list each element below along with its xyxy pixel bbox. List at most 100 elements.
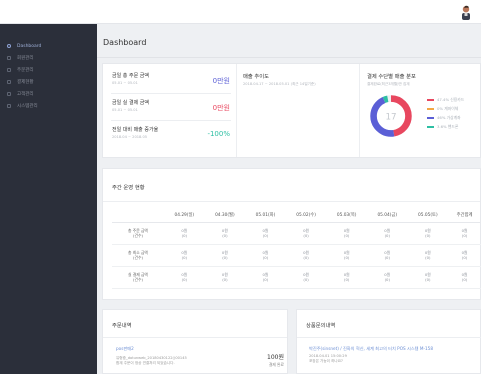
sidebar: 마켓하이네트워크 Dashboard 회원관리 주문관리 결제현황 고객관리 시… [0, 0, 97, 374]
sidebar-item-label: 고객관리 [17, 92, 34, 97]
row-label-sub: (건수) [133, 255, 143, 260]
sidebar-item-orders[interactable]: 주문관리 [0, 64, 97, 76]
table-cell: 0원 (0) [326, 266, 367, 289]
legend-label: 46% 가상계좌 [437, 114, 461, 120]
legend-label: 3.6% 핸드폰 [437, 123, 459, 129]
table-cell: 0원 (0) [407, 222, 449, 245]
table-cell: 0원 (0) [245, 244, 286, 267]
row-header: 총 최소 금액 (건수) [112, 244, 164, 267]
table-cell: 0원 (0) [245, 266, 286, 289]
legend-item: 46% 가상계좌 [427, 113, 479, 122]
sidebar-item-label: 시스템관리 [17, 104, 38, 109]
sidebar-item-payments[interactable]: 결제현황 [0, 76, 97, 88]
divider [97, 57, 481, 58]
table-cell: 0원 (0) [366, 244, 408, 267]
orders-title: 주문내역 [112, 323, 132, 329]
inquiry-item[interactable]: 박진주(sinsnet) / 진화의 혁신, 세계 최고의 터치 POS 시스템… [309, 346, 479, 364]
payment-legend: 47.4% 신용카드 0% 계좌이체 46% 가상계좌 3.6% 핸드폰 [427, 95, 479, 131]
stat-value: 0만원 [212, 77, 230, 85]
divider [111, 93, 231, 94]
legend-label: 0% 계좌이체 [437, 105, 459, 111]
column-header: 05.04(금) [366, 208, 408, 223]
column-header: 05.05(토) [407, 208, 449, 223]
legend-item: 47.4% 신용카드 [427, 95, 479, 104]
user-avatar[interactable] [460, 5, 472, 20]
sidebar-item-label: 주문관리 [17, 68, 34, 73]
order-amount: 100원 [267, 354, 284, 361]
gear-icon [7, 104, 11, 108]
sidebar-item-label: 회원관리 [17, 56, 34, 61]
sidebar-item-label: Dashboard [17, 43, 42, 49]
column-header: 04.30(월) [204, 208, 246, 223]
legend-swatch [427, 98, 434, 101]
divider [103, 337, 287, 338]
table-cell: 0원 (0) [448, 244, 481, 267]
column-header: 04.29(일) [164, 208, 205, 223]
table-cell: 0원 (0) [164, 266, 205, 289]
order-item[interactable]: pos판매2 유형중_dotunweb_20180430122()00145 합… [116, 346, 284, 367]
table-cell: 0원 (0) [285, 244, 327, 267]
dashboard-icon [7, 44, 11, 48]
table-row: 총 최소 금액 (건수) 0원 (0) 0원 (0) 0원 (0) 0원 (0) 0원 (0… [112, 244, 481, 267]
people-icon [7, 92, 11, 96]
table-cell: 0원 (0) [204, 222, 246, 245]
table-row: 총 주문 금액 (건수) 0원 (0) 0원 (0) 0원 (0) 0원 (0) 0원 (0… [112, 222, 481, 245]
user-icon [7, 56, 11, 60]
table-cell: 0원 (0) [407, 244, 449, 267]
table-cell: 0원 (0) [326, 222, 367, 245]
weekly-title: 주간 운영 현황 [112, 185, 145, 191]
table-cell: 0원 (0) [407, 266, 449, 289]
column-divider [359, 64, 360, 157]
table-cell: 0원 (0) [245, 222, 286, 245]
column-header: 05.01(화) [245, 208, 286, 223]
row-header: 총 주문 금액 (건수) [112, 222, 164, 245]
payment-dist-note: 결제완료(최근3개월)만 집계 [367, 82, 410, 86]
sidebar-item-label: 결제현황 [17, 80, 34, 85]
legend-swatch [427, 116, 434, 119]
order-status: 결제 완료 [268, 362, 284, 367]
table-cell: 0원 (0) [164, 244, 205, 267]
inquiry-item-text: 포장은 가능이 하나요? [309, 359, 343, 363]
divider [297, 337, 481, 338]
column-header [112, 208, 164, 223]
table-cell: 0원 (0) [366, 266, 408, 289]
column-header: 05.03(목) [326, 208, 367, 223]
weekly-header-row: 04.29(일) 04.30(월) 05.01(화) 05.02(수) 05.0… [112, 208, 481, 223]
sidebar-nav: Dashboard 회원관리 주문관리 결제현황 고객관리 시스템관리 [0, 40, 97, 112]
donut-center-label: 17 [385, 112, 396, 122]
table-cell: 0원 (0) [164, 222, 205, 245]
row-header: 실 결제 금액 (건수) [112, 266, 164, 289]
sales-trend-title: 매출 추이도 [243, 74, 270, 80]
order-item-desc: 합계 주문이 정상 연결처리 되었습니다. [116, 361, 175, 365]
orders-card: 주문내역 pos판매2 유형중_dotunweb_20180430122()00… [102, 309, 288, 374]
legend-item: 3.6% 핸드폰 [427, 122, 479, 131]
inquiry-item-link[interactable]: 박진주(sinsnet) / 진화의 혁신, 세계 최고의 터치 POS 시스템… [309, 346, 479, 352]
sidebar-item-members[interactable]: 회원관리 [0, 52, 97, 64]
sidebar-item-customers[interactable]: 고객관리 [0, 88, 97, 100]
summary-card: 금일 총 주문 금액 05.01 ~ 05.01 0만원 금일 실 결제 금액 … [102, 63, 481, 158]
sidebar-item-dashboard[interactable]: Dashboard [0, 40, 97, 52]
stat-total-order: 금일 총 주문 금액 05.01 ~ 05.01 0만원 [112, 72, 230, 92]
sidebar-item-system[interactable]: 시스템관리 [0, 100, 97, 112]
row-label-sub: (건수) [133, 233, 143, 238]
column-header: 05.02(수) [285, 208, 327, 223]
inquiries-card: 상품문의내역 박진주(sinsnet) / 진화의 혁신, 세계 최고의 터치 … [296, 309, 481, 374]
order-item-link[interactable]: pos판매2 [116, 346, 284, 352]
divider [111, 120, 231, 121]
legend-swatch [427, 107, 434, 110]
table-cell: 0원 (0) [448, 222, 481, 245]
table-cell: 0원 (0) [366, 222, 408, 245]
cart-icon [7, 68, 11, 72]
column-divider [236, 64, 237, 157]
card-icon [7, 80, 11, 84]
inquiries-title: 상품문의내역 [306, 323, 336, 329]
column-header: 주간합계 [448, 208, 481, 223]
top-bar [0, 0, 481, 24]
sales-trend-panel: 매출 추이도 2018.04.17 ~ 2018.05.01 (최근 14일기준… [243, 72, 353, 87]
stat-actual-payment: 금일 실 결제 금액 05.01 ~ 05.01 0만원 [112, 99, 230, 119]
table-row: 실 결제 금액 (건수) 0원 (0) 0원 (0) 0원 (0) 0원 (0) 0원 (0… [112, 266, 481, 289]
table-cell: 0원 (0) [285, 266, 327, 289]
table-cell: 0원 (0) [285, 222, 327, 245]
payment-donut-chart: 17 [370, 95, 412, 137]
stat-value: -100% [207, 130, 230, 138]
